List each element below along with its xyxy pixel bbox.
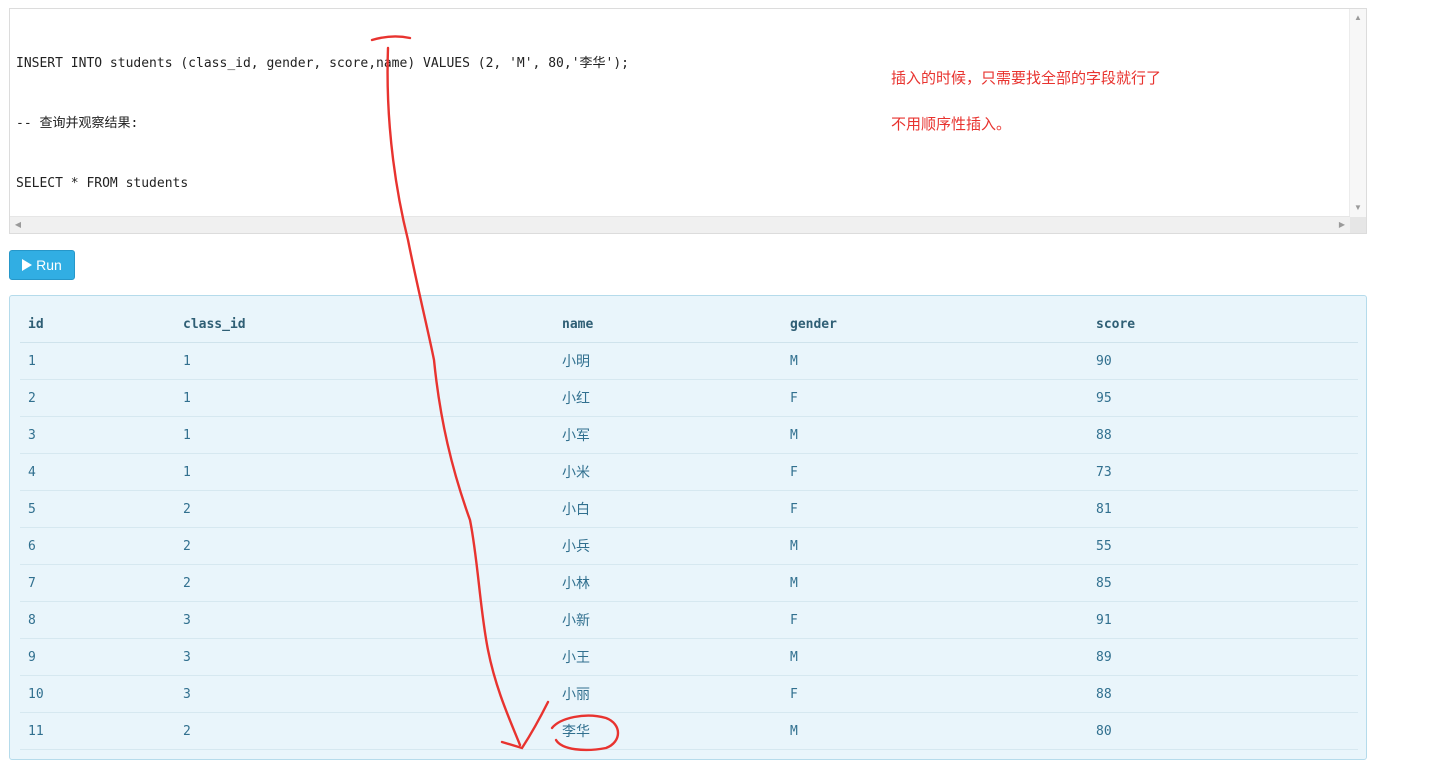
cell-id: 9 (20, 638, 175, 676)
cell-gender: M (782, 527, 1088, 565)
cell-score: 88 (1088, 416, 1358, 454)
table-row: 2 1 小红 F 95 (20, 379, 1358, 417)
cell-score: 55 (1088, 527, 1358, 565)
column-header-gender: gender (782, 306, 1088, 343)
cell-name: 小白 (554, 490, 782, 528)
sql-code[interactable]: INSERT INTO students (class_id, gender, … (16, 14, 629, 234)
run-button[interactable]: Run (9, 250, 75, 280)
code-line-1[interactable]: INSERT INTO students (class_id, gender, … (16, 54, 629, 74)
vertical-scrollbar[interactable]: ▲ ▼ (1349, 9, 1366, 217)
cell-name: 小林 (554, 564, 782, 602)
table-row: 8 3 小新 F 91 (20, 601, 1358, 639)
cell-class-id: 1 (175, 379, 554, 417)
code-line-3[interactable]: SELECT * FROM students (16, 174, 629, 194)
cell-gender: F (782, 675, 1088, 713)
cell-name: 小米 (554, 453, 782, 491)
table-row: 9 3 小王 M 89 (20, 638, 1358, 676)
cell-score: 91 (1088, 601, 1358, 639)
scrollbar-corner (1350, 217, 1366, 233)
cell-id: 1 (20, 342, 175, 380)
table-row: 7 2 小林 M 85 (20, 564, 1358, 602)
cell-id: 7 (20, 564, 175, 602)
scroll-left-icon[interactable]: ◀ (10, 218, 26, 232)
cell-gender: F (782, 601, 1088, 639)
column-header-class-id: class_id (175, 306, 554, 343)
scroll-right-icon[interactable]: ▶ (1334, 218, 1350, 232)
cell-name: 李华 (554, 712, 782, 750)
cell-class-id: 3 (175, 638, 554, 676)
cell-class-id: 2 (175, 712, 554, 750)
cell-score: 81 (1088, 490, 1358, 528)
cell-gender: M (782, 638, 1088, 676)
cell-class-id: 1 (175, 342, 554, 380)
cell-score: 89 (1088, 638, 1358, 676)
cell-gender: M (782, 342, 1088, 380)
cell-name: 小明 (554, 342, 782, 380)
code-line-2[interactable]: -- 查询并观察结果: (16, 114, 629, 134)
column-header-id: id (20, 306, 175, 343)
horizontal-scrollbar[interactable]: ◀ ▶ (10, 216, 1350, 233)
annotation-note-2: 不用顺序性插入。 (891, 115, 1012, 133)
annotation-note-1: 插入的时候，只需要找全部的字段就行了 (891, 69, 1162, 87)
cell-score: 90 (1088, 342, 1358, 380)
column-header-name: name (554, 306, 782, 343)
scroll-up-icon[interactable]: ▲ (1350, 11, 1366, 25)
cell-name: 小兵 (554, 527, 782, 565)
cell-id: 11 (20, 712, 175, 750)
cell-id: 2 (20, 379, 175, 417)
table-row: 11 2 李华 M 80 (20, 712, 1358, 750)
cell-score: 85 (1088, 564, 1358, 602)
column-header-score: score (1088, 306, 1358, 343)
cell-name: 小红 (554, 379, 782, 417)
cell-gender: F (782, 379, 1088, 417)
cell-class-id: 2 (175, 564, 554, 602)
table-body: 1 1 小明 M 90 2 1 小红 F 95 3 1 小军 M 88 4 1 小米 F 73 5 2 小白 F 81 6 2 小兵 M… (20, 342, 1358, 750)
table-row: 1 1 小明 M 90 (20, 342, 1358, 380)
cell-class-id: 2 (175, 490, 554, 528)
cell-class-id: 3 (175, 601, 554, 639)
table-row: 6 2 小兵 M 55 (20, 527, 1358, 565)
sql-editor[interactable]: INSERT INTO students (class_id, gender, … (9, 8, 1367, 234)
cell-name: 小新 (554, 601, 782, 639)
cell-id: 6 (20, 527, 175, 565)
table-row: 4 1 小米 F 73 (20, 453, 1358, 491)
cell-class-id: 1 (175, 453, 554, 491)
play-icon (22, 259, 33, 271)
run-button-label: Run (36, 257, 62, 273)
cell-class-id: 3 (175, 675, 554, 713)
cell-gender: M (782, 712, 1088, 750)
table-header-row: id class_id name gender score (20, 306, 1358, 343)
cell-id: 3 (20, 416, 175, 454)
cell-class-id: 2 (175, 527, 554, 565)
cell-id: 5 (20, 490, 175, 528)
cell-name: 小军 (554, 416, 782, 454)
cell-gender: F (782, 453, 1088, 491)
result-panel: id class_id name gender score 1 1 小明 M 90 2 1 小… (9, 295, 1367, 760)
table-row: 5 2 小白 F 81 (20, 490, 1358, 528)
cell-gender: M (782, 416, 1088, 454)
table-row: 3 1 小军 M 88 (20, 416, 1358, 454)
cell-id: 8 (20, 601, 175, 639)
table-row: 10 3 小丽 F 88 (20, 675, 1358, 713)
cell-gender: F (782, 490, 1088, 528)
cell-id: 10 (20, 675, 175, 713)
cell-name: 小丽 (554, 675, 782, 713)
cell-class-id: 1 (175, 416, 554, 454)
sql-practice-page: INSERT INTO students (class_id, gender, … (0, 0, 1448, 768)
cell-gender: M (782, 564, 1088, 602)
cell-score: 88 (1088, 675, 1358, 713)
cell-score: 73 (1088, 453, 1358, 491)
cell-score: 95 (1088, 379, 1358, 417)
scroll-down-icon[interactable]: ▼ (1350, 201, 1366, 215)
cell-name: 小王 (554, 638, 782, 676)
cell-score: 80 (1088, 712, 1358, 750)
cell-id: 4 (20, 453, 175, 491)
result-table: id class_id name gender score 1 1 小明 M 90 2 1 小… (20, 306, 1358, 750)
